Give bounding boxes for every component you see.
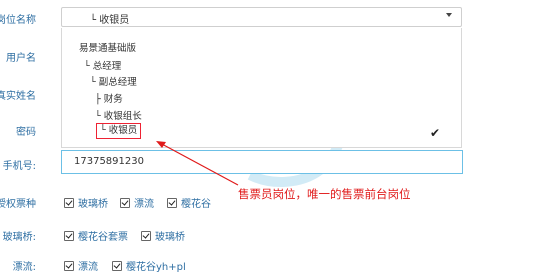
checkbox-yinghuagu-yhpl[interactable]: 樱花谷yh+pl (112, 258, 186, 273)
checkbox-piaoliu-2[interactable]: 漂流 (64, 258, 98, 273)
checkbox-bolijiao[interactable]: 玻璃桥 (64, 195, 108, 210)
piaoliu-label: 漂流: (12, 262, 36, 273)
checkbox-yinghuagu-package[interactable]: 樱花谷套票 (64, 228, 128, 243)
ticket-auth-label: 授权票种 (0, 199, 36, 210)
annotation-note: 售票员岗位，唯一的售票前台岗位 (238, 187, 411, 201)
checkbox-piaoliu[interactable]: 漂流 (120, 195, 154, 210)
checkbox-bolijiao-2[interactable]: 玻璃桥 (141, 228, 185, 243)
bolijiao-label: 玻璃桥: (2, 232, 36, 243)
checkbox-yinghuagu[interactable]: 樱花谷 (167, 195, 211, 210)
